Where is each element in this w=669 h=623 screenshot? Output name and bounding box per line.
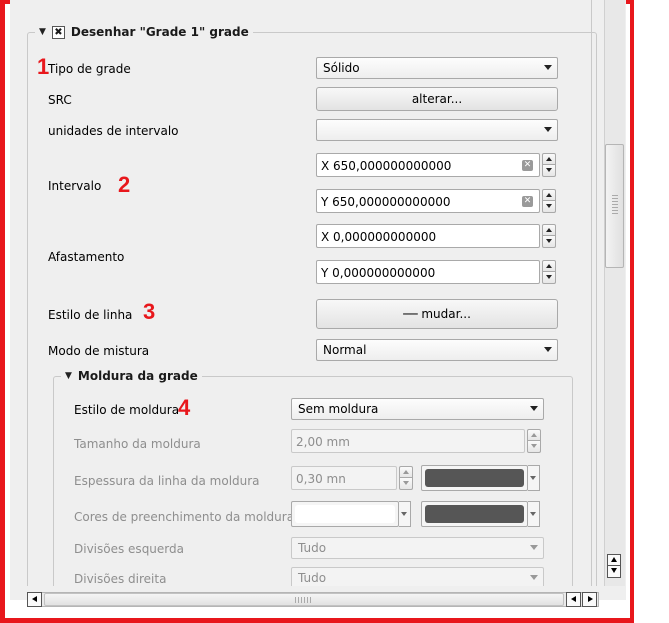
frame-size-spinner[interactable] xyxy=(527,429,541,453)
line-style-label: Estilo de linha xyxy=(48,308,133,322)
frame-fill-color1-dropdown[interactable] xyxy=(399,501,411,527)
annotation-number-2: 2 xyxy=(118,172,131,197)
frame-fill-colors-label: Cores de preenchimento da moldura xyxy=(74,510,295,524)
scroll-right-arrow[interactable] xyxy=(582,592,597,607)
frame-fill-color1-button[interactable] xyxy=(291,501,399,527)
frame-line-thickness-spinner[interactable] xyxy=(399,466,413,490)
frame-fill-color2-swatch xyxy=(425,505,524,523)
chevron-down-icon xyxy=(544,127,552,132)
frame-size-field[interactable]: 2,00 mm xyxy=(291,429,525,453)
left-divisions-select[interactable]: Tudo xyxy=(291,537,544,559)
arrow-up-icon xyxy=(611,557,617,562)
clear-icon[interactable]: ✕ xyxy=(522,196,533,207)
grid-frame-group-header[interactable]: ▼ Moldura da grade xyxy=(61,369,202,383)
interval-x-field[interactable]: X 650,000000000000 ✕ xyxy=(316,153,540,177)
interval-units-select[interactable] xyxy=(316,119,558,141)
arrow-left-icon xyxy=(571,596,576,602)
right-divisions-value: Tudo xyxy=(298,571,327,585)
frame-line-thickness-value: 0,30 mn xyxy=(296,472,346,486)
blend-mode-label: Modo de mistura xyxy=(48,344,150,358)
frame-line-thickness-label: Espessura da linha da moldura xyxy=(74,474,260,488)
grip-icon xyxy=(295,597,313,603)
frame-style-select[interactable]: Sem moldura xyxy=(291,398,544,420)
annotation-frame-right xyxy=(630,0,634,623)
scroll-down-arrow[interactable] xyxy=(607,566,621,578)
frame-size-label: Tamanho da moldura xyxy=(74,437,201,451)
horizontal-scrollbar-thumb[interactable] xyxy=(44,593,564,606)
offset-x-value: X 0,000000000000 xyxy=(321,230,437,244)
interval-label: Intervalo xyxy=(48,179,102,193)
vertical-scrollbar[interactable] xyxy=(604,0,625,600)
inner-panel-border xyxy=(591,0,592,600)
arrow-right-icon xyxy=(588,596,593,602)
grid-draw-title: Desenhar "Grade 1" grade xyxy=(70,25,249,39)
item-properties-panel: ▼ ✖ Desenhar "Grade 1" grade Tipo de gra… xyxy=(10,0,626,600)
frame-style-value: Sem moldura xyxy=(298,402,379,416)
annotation-number-1: 1 xyxy=(37,54,50,79)
scroll-left-arrow[interactable] xyxy=(27,592,42,607)
offset-label: Afastamento xyxy=(48,250,125,264)
change-crs-button[interactable]: alterar... xyxy=(316,87,558,111)
crs-label: SRC xyxy=(48,93,72,107)
interval-units-label: unidades de intervalo xyxy=(48,124,179,138)
chevron-down-icon xyxy=(544,347,552,352)
right-divisions-label: Divisões direita xyxy=(74,572,167,586)
change-line-style-button[interactable]: ── mudar... xyxy=(316,299,558,329)
offset-y-field[interactable]: Y 0,000000000000 xyxy=(316,260,540,284)
grid-type-label: Tipo de grade xyxy=(48,62,131,76)
collapse-arrow-icon[interactable]: ▼ xyxy=(39,27,46,37)
chevron-down-icon xyxy=(544,65,552,70)
vertical-scrollbar-thumb[interactable] xyxy=(605,144,624,268)
offset-x-field[interactable]: X 0,000000000000 xyxy=(316,224,540,248)
grid-type-value: Sólido xyxy=(323,61,360,75)
frame-fill-color2-dropdown[interactable] xyxy=(528,501,540,527)
scroll-right-arrow-a[interactable] xyxy=(566,592,581,607)
frame-style-label: Estilo de moldura xyxy=(74,403,180,417)
interval-y-value: Y 650,000000000000 xyxy=(321,195,451,209)
frame-size-value: 2,00 mm xyxy=(296,435,350,449)
frame-line-thickness-field[interactable]: 0,30 mn xyxy=(291,466,397,490)
clear-icon[interactable]: ✕ xyxy=(522,160,533,171)
annotation-number-4: 4 xyxy=(178,395,191,420)
collapse-arrow-icon[interactable]: ▼ xyxy=(65,371,72,381)
frame-line-color-dropdown[interactable] xyxy=(528,465,540,491)
arrow-down-icon xyxy=(611,568,617,573)
interval-y-field[interactable]: Y 650,000000000000 ✕ xyxy=(316,189,540,213)
annotation-frame-left xyxy=(0,0,5,623)
interval-y-spinner[interactable] xyxy=(542,189,556,213)
blend-mode-select[interactable]: Normal xyxy=(316,339,558,361)
chevron-down-icon xyxy=(530,545,538,550)
chevron-down-icon xyxy=(530,406,538,411)
grid-type-select[interactable]: Sólido xyxy=(316,57,558,79)
chevron-down-icon xyxy=(530,575,538,580)
offset-y-value: Y 0,000000000000 xyxy=(321,266,436,280)
interval-x-spinner[interactable] xyxy=(542,153,556,177)
scroll-up-arrow[interactable] xyxy=(607,554,621,566)
left-divisions-value: Tudo xyxy=(298,541,327,555)
grid-draw-group-header[interactable]: ▼ ✖ Desenhar "Grade 1" grade xyxy=(35,25,253,39)
blend-mode-value: Normal xyxy=(323,343,367,357)
grip-icon xyxy=(612,195,618,215)
annotation-frame-bottom xyxy=(0,618,634,623)
offset-x-spinner[interactable] xyxy=(542,224,556,248)
frame-fill-color2-button[interactable] xyxy=(421,501,528,527)
frame-line-color-swatch xyxy=(425,469,524,487)
arrow-left-icon xyxy=(32,596,37,602)
offset-y-spinner[interactable] xyxy=(542,260,556,284)
grid-draw-checkbox[interactable]: ✖ xyxy=(51,25,65,39)
annotation-number-3: 3 xyxy=(143,299,156,324)
frame-line-color-button[interactable] xyxy=(421,465,528,491)
grid-frame-title: Moldura da grade xyxy=(77,369,198,383)
frame-fill-color1-swatch xyxy=(295,505,395,523)
left-divisions-label: Divisões esquerda xyxy=(74,542,184,556)
interval-x-value: X 650,000000000000 xyxy=(321,159,452,173)
